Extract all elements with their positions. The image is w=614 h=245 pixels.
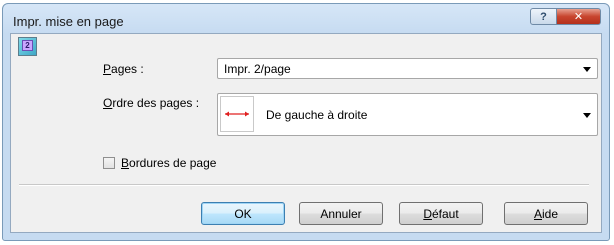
dialog-title: Impr. mise en page: [13, 14, 124, 29]
dropdown-arrow-icon: [583, 67, 591, 72]
help-icon: ?: [540, 10, 547, 23]
app-page-icon: 2: [18, 37, 37, 56]
title-bar-buttons: ? ✕: [530, 8, 601, 25]
pages-label: Pages :: [103, 62, 144, 76]
page-order-select[interactable]: De gauche à droite: [217, 93, 598, 136]
left-to-right-order-icon: [220, 96, 254, 132]
default-button[interactable]: Défaut: [399, 202, 483, 225]
separator: [19, 184, 589, 186]
dropdown-arrow-icon: [583, 113, 591, 118]
ok-button[interactable]: OK: [201, 202, 285, 225]
page-borders-label[interactable]: Bordures de page: [121, 156, 216, 170]
pages-select-value: Impr. 2/page: [224, 62, 291, 76]
page-order-label: Ordre des pages :: [103, 96, 200, 110]
close-icon: ✕: [573, 11, 584, 23]
close-title-button[interactable]: ✕: [557, 8, 601, 25]
help-title-button[interactable]: ?: [530, 8, 557, 25]
cancel-button[interactable]: Annuler: [299, 202, 383, 225]
page-borders-checkbox[interactable]: [103, 157, 115, 169]
pages-select[interactable]: Impr. 2/page: [217, 58, 598, 79]
page-order-select-value: De gauche à droite: [266, 108, 368, 122]
help-button[interactable]: Aide: [504, 202, 588, 225]
